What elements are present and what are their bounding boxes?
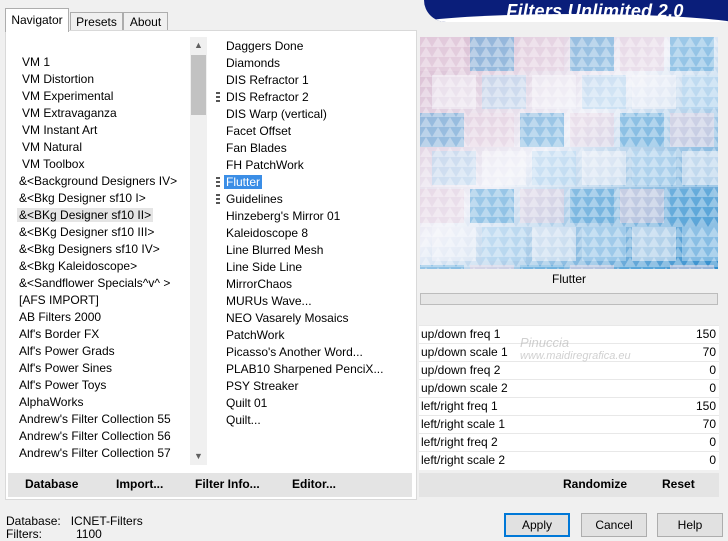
- preview-pattern: [420, 37, 718, 269]
- category-item[interactable]: Alf's Power Grads: [17, 343, 117, 360]
- watermark: Pinuccia www.maidiregrafica.eu: [520, 335, 631, 362]
- filter-item[interactable]: Flutter: [216, 174, 263, 191]
- filter-preview-image: [420, 37, 718, 269]
- favorite-marker-icon: [216, 92, 220, 103]
- filter-item[interactable]: DIS Refractor 1: [224, 72, 311, 89]
- scroll-down-icon[interactable]: ▼: [190, 448, 207, 465]
- parameter-value[interactable]: 70: [703, 344, 716, 361]
- category-item[interactable]: &<Sandflower Specials^v^ >: [17, 275, 172, 292]
- filter-info-button[interactable]: Filter Info...: [195, 477, 260, 491]
- parameter-label: left/right scale 1: [421, 417, 506, 431]
- favorite-marker-icon: [216, 177, 220, 188]
- filter-item[interactable]: Line Blurred Mesh: [224, 242, 325, 259]
- category-item[interactable]: VM Distortion: [20, 71, 96, 88]
- category-item[interactable]: &<Background Designers IV>: [17, 173, 179, 190]
- filter-item[interactable]: Kaleidoscope 8: [224, 225, 310, 242]
- editor-button[interactable]: Editor...: [292, 477, 336, 491]
- filter-item[interactable]: MURUs Wave...: [224, 293, 314, 310]
- status-filters: Filters: 1100: [6, 527, 102, 541]
- import-button[interactable]: Import...: [116, 477, 163, 491]
- filter-item[interactable]: NEO Vasarely Mosaics: [224, 310, 350, 327]
- category-item[interactable]: Alf's Power Toys: [17, 377, 108, 394]
- parameter-row[interactable]: left/right scale 2 0: [419, 451, 719, 469]
- category-item[interactable]: AlphaWorks: [17, 394, 85, 411]
- tab-presets[interactable]: Presets: [70, 12, 123, 31]
- parameter-label: left/right freq 2: [421, 435, 498, 449]
- category-item[interactable]: VM Toolbox: [20, 156, 86, 173]
- parameter-value[interactable]: 0: [709, 434, 716, 451]
- category-item[interactable]: VM 1: [20, 54, 52, 71]
- filter-item[interactable]: Hinzeberg's Mirror 01: [224, 208, 342, 225]
- filter-item[interactable]: PatchWork: [224, 327, 286, 344]
- parameter-label: left/right freq 1: [421, 399, 498, 413]
- apply-button[interactable]: Apply: [504, 513, 570, 537]
- category-item[interactable]: VM Extravaganza: [20, 105, 119, 122]
- parameter-row[interactable]: up/down scale 2 0: [419, 379, 719, 397]
- filter-item[interactable]: PSY Streaker: [224, 378, 300, 395]
- category-item[interactable]: [AFS IMPORT]: [17, 292, 101, 309]
- parameter-row[interactable]: left/right freq 2 0: [419, 433, 719, 451]
- filter-item[interactable]: Daggers Done: [224, 38, 305, 55]
- scroll-up-icon[interactable]: ▲: [190, 37, 207, 54]
- filter-item[interactable]: Guidelines: [216, 191, 285, 208]
- progress-bar: [420, 293, 718, 305]
- parameter-value[interactable]: 150: [696, 398, 716, 415]
- randomize-button[interactable]: Randomize: [563, 477, 627, 491]
- filter-item[interactable]: Picasso's Another Word...: [224, 344, 365, 361]
- parameter-value[interactable]: 0: [709, 380, 716, 397]
- database-button[interactable]: Database: [25, 477, 78, 491]
- filter-item[interactable]: FH PatchWork: [224, 157, 306, 174]
- parameter-label: up/down scale 2: [421, 381, 508, 395]
- category-item[interactable]: Andrew's Filter Collection 55: [17, 411, 173, 428]
- category-scrollbar[interactable]: ▲ ▼: [190, 37, 207, 465]
- filter-item[interactable]: DIS Refractor 2: [216, 89, 311, 106]
- category-item[interactable]: &<Bkg Designers sf10 IV>: [17, 241, 162, 258]
- help-button[interactable]: Help: [657, 513, 723, 537]
- reset-button[interactable]: Reset: [662, 477, 695, 491]
- filter-item[interactable]: Quilt...: [224, 412, 263, 429]
- parameter-value[interactable]: 0: [709, 452, 716, 469]
- category-item[interactable]: &<Bkg Kaleidoscope>: [17, 258, 139, 275]
- parameter-row[interactable]: left/right freq 1 150: [419, 397, 719, 415]
- tab-navigator[interactable]: Navigator: [5, 8, 69, 32]
- filter-item[interactable]: Facet Offset: [224, 123, 293, 140]
- filter-item[interactable]: Line Side Line: [224, 259, 304, 276]
- category-item[interactable]: &<BKg Designer sf10 II>: [17, 207, 154, 224]
- filter-list[interactable]: Daggers Done Diamonds DIS Refractor 1 DIS R…: [213, 37, 412, 465]
- preview-filter-name: Flutter: [551, 272, 586, 286]
- filter-item[interactable]: PLAB10 Sharpened PenciX...: [224, 361, 385, 378]
- parameter-value[interactable]: 150: [696, 326, 716, 343]
- status-database: Database: ICNET-Filters: [6, 514, 143, 528]
- category-item[interactable]: VM Natural: [20, 139, 84, 156]
- filter-item[interactable]: Quilt 01: [224, 395, 269, 412]
- filter-item[interactable]: Fan Blades: [224, 140, 289, 157]
- category-item[interactable]: &<BKg Designer sf10 III>: [17, 224, 156, 241]
- filter-item[interactable]: MirrorChaos: [224, 276, 294, 293]
- parameter-label: up/down scale 1: [421, 345, 508, 359]
- favorite-marker-icon: [216, 194, 220, 205]
- category-item[interactable]: Andrew's Filter Collection 57: [17, 445, 173, 462]
- category-item[interactable]: VM Instant Art: [20, 122, 99, 139]
- category-item[interactable]: &<Bkg Designer sf10 I>: [17, 190, 148, 207]
- category-item[interactable]: Alf's Border FX: [17, 326, 101, 343]
- parameter-value[interactable]: 70: [703, 416, 716, 433]
- parameter-row[interactable]: up/down freq 2 0: [419, 361, 719, 379]
- category-item[interactable]: VM Experimental: [20, 88, 115, 105]
- filter-item[interactable]: Diamonds: [224, 55, 282, 72]
- parameter-label: up/down freq 2: [421, 363, 501, 377]
- scrollbar-thumb[interactable]: [191, 55, 206, 115]
- filter-item[interactable]: DIS Warp (vertical): [224, 106, 329, 123]
- parameter-row[interactable]: left/right scale 1 70: [419, 415, 719, 433]
- tab-about[interactable]: About: [123, 12, 168, 31]
- cancel-button[interactable]: Cancel: [581, 513, 647, 537]
- category-item[interactable]: Andrew's Filter Collection 56: [17, 428, 173, 445]
- category-item[interactable]: AB Filters 2000: [17, 309, 103, 326]
- category-list[interactable]: VM 1 VM Distortion VM Experimental VM Extra…: [14, 37, 190, 465]
- window-title: Filters Unlimited 2.0: [506, 1, 684, 21]
- parameter-label: up/down freq 1: [421, 327, 501, 341]
- parameter-label: left/right scale 2: [421, 453, 506, 467]
- parameter-value[interactable]: 0: [709, 362, 716, 379]
- category-item[interactable]: Alf's Power Sines: [17, 360, 114, 377]
